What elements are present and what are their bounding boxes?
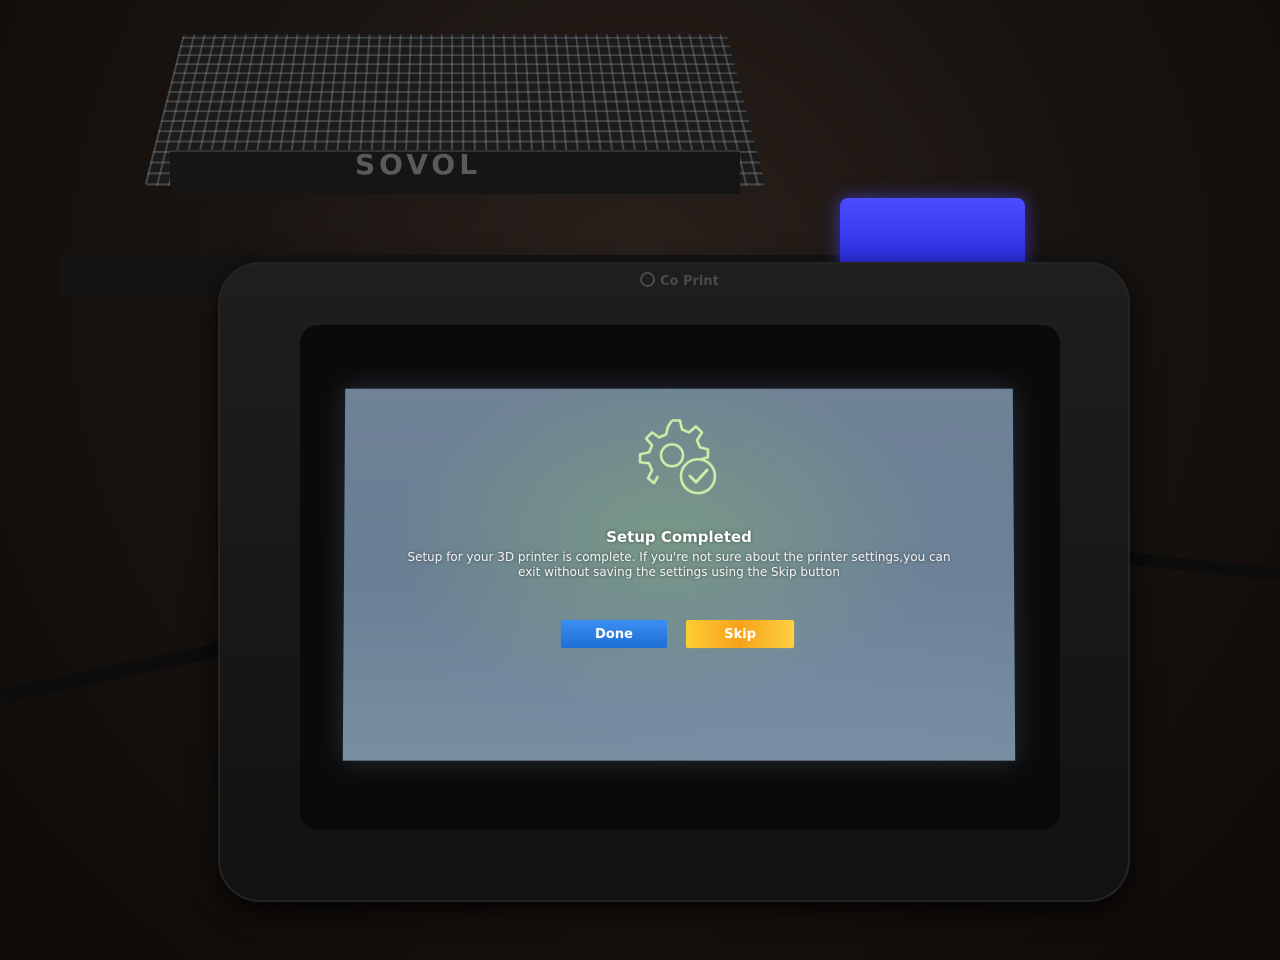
left-cable bbox=[1, 641, 229, 703]
photo-scene: SOVOL Co Print Setup Completed Setup for… bbox=[0, 0, 1280, 960]
skip-button[interactable]: Skip bbox=[686, 620, 795, 649]
coprint-logo-icon bbox=[640, 272, 655, 287]
dialog-title: Setup Completed bbox=[606, 528, 752, 547]
gear-check-icon bbox=[628, 413, 728, 503]
printer-display-glow bbox=[840, 198, 1025, 270]
right-cable bbox=[1119, 551, 1280, 581]
done-button[interactable]: Done bbox=[560, 620, 667, 649]
device-brand: Co Print bbox=[640, 272, 719, 289]
dialog-message: Setup for your 3D printer is complete. I… bbox=[407, 550, 951, 579]
setup-completed-dialog: Setup Completed Setup for your 3D printe… bbox=[342, 388, 1016, 761]
device-brand-label: Co Print bbox=[660, 274, 719, 289]
printer-brand-label: SOVOL bbox=[355, 148, 482, 181]
